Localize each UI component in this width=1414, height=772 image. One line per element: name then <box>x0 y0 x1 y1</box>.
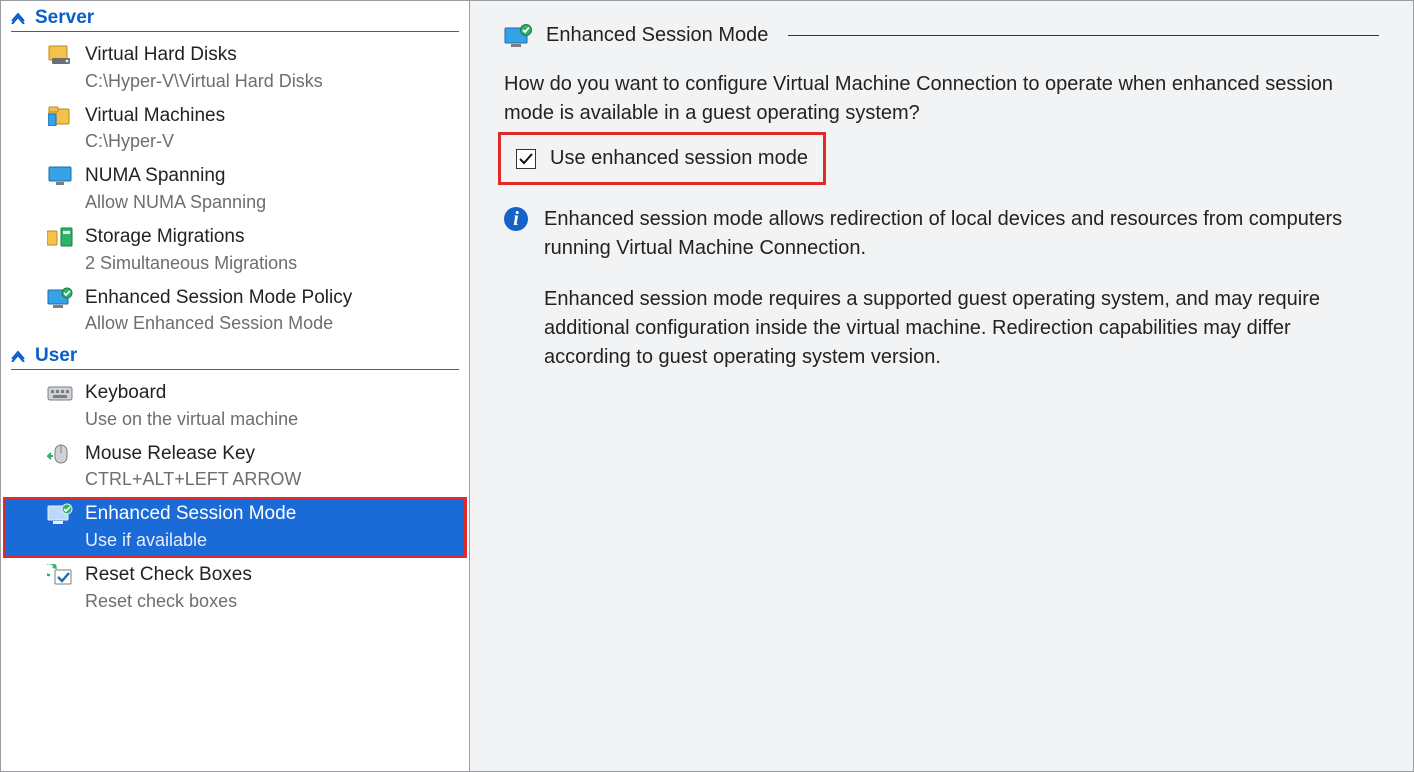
divider <box>11 31 459 32</box>
content-title: Enhanced Session Mode <box>546 21 768 50</box>
folder-icon <box>47 105 73 127</box>
checkbox-icon <box>516 149 536 169</box>
nav-item-sub: Allow NUMA Spanning <box>85 189 266 216</box>
nav-item-label: Reset Check Boxes <box>85 562 252 588</box>
nav-item-label: Virtual Machines <box>85 103 225 129</box>
session-icon <box>47 503 73 525</box>
nav-item-label: Mouse Release Key <box>85 441 301 467</box>
chevron-up-icon <box>11 12 25 24</box>
settings-nav: Server Virtual Hard Disks C:\Hyper-V\Vir… <box>0 0 470 772</box>
info-icon: i <box>504 207 528 231</box>
nav-item-sub: Allow Enhanced Session Mode <box>85 310 352 337</box>
nav-item-numa-spanning[interactable]: NUMA Spanning Allow NUMA Spanning <box>3 159 467 220</box>
nav-item-sub: Use if available <box>85 527 296 554</box>
nav-item-keyboard[interactable]: Keyboard Use on the virtual machine <box>3 376 467 437</box>
session-icon <box>47 287 73 309</box>
nav-item-enhanced-session-mode-policy[interactable]: Enhanced Session Mode Policy Allow Enhan… <box>3 281 467 342</box>
nav-item-virtual-machines[interactable]: Virtual Machines C:\Hyper-V <box>3 99 467 160</box>
nav-item-storage-migrations[interactable]: Storage Migrations 2 Simultaneous Migrat… <box>3 220 467 281</box>
storage-icon <box>47 226 73 248</box>
reset-icon <box>47 564 73 586</box>
nav-item-label: Enhanced Session Mode Policy <box>85 285 352 311</box>
nav-item-sub: CTRL+ALT+LEFT ARROW <box>85 466 301 493</box>
disk-icon <box>47 44 73 66</box>
nav-item-enhanced-session-mode[interactable]: Enhanced Session Mode Use if available <box>3 497 467 558</box>
nav-item-sub: C:\Hyper-V\Virtual Hard Disks <box>85 68 323 95</box>
divider <box>11 369 459 370</box>
nav-section-user[interactable]: User <box>3 341 467 367</box>
nav-item-label: NUMA Spanning <box>85 163 266 189</box>
monitor-icon <box>47 165 73 187</box>
content-intro: How do you want to configure Virtual Mac… <box>504 70 1379 128</box>
nav-item-label: Enhanced Session Mode <box>85 501 296 527</box>
settings-content: Enhanced Session Mode How do you want to… <box>470 0 1414 772</box>
info-block: i Enhanced session mode allows redirecti… <box>504 205 1379 394</box>
nav-section-label: User <box>35 345 77 367</box>
use-enhanced-session-mode-checkbox[interactable]: Use enhanced session mode <box>504 136 820 181</box>
chevron-up-icon <box>11 350 25 362</box>
nav-item-reset-check-boxes[interactable]: Reset Check Boxes Reset check boxes <box>3 558 467 619</box>
nav-item-sub: 2 Simultaneous Migrations <box>85 250 297 277</box>
nav-section-server[interactable]: Server <box>3 3 467 29</box>
nav-item-virtual-hard-disks[interactable]: Virtual Hard Disks C:\Hyper-V\Virtual Ha… <box>3 38 467 99</box>
nav-section-label: Server <box>35 7 94 29</box>
nav-item-label: Storage Migrations <box>85 224 297 250</box>
info-paragraph: Enhanced session mode requires a support… <box>544 285 1379 372</box>
content-section-header: Enhanced Session Mode <box>504 21 1379 50</box>
nav-item-sub: Use on the virtual machine <box>85 406 298 433</box>
session-icon <box>504 24 532 48</box>
mouse-icon <box>47 443 73 465</box>
nav-item-sub: C:\Hyper-V <box>85 128 225 155</box>
nav-item-sub: Reset check boxes <box>85 588 252 615</box>
keyboard-icon <box>47 382 73 404</box>
nav-item-label: Keyboard <box>85 380 298 406</box>
checkbox-label: Use enhanced session mode <box>550 144 808 173</box>
nav-item-label: Virtual Hard Disks <box>85 42 323 68</box>
divider <box>788 35 1379 36</box>
nav-item-mouse-release-key[interactable]: Mouse Release Key CTRL+ALT+LEFT ARROW <box>3 437 467 498</box>
info-paragraph: Enhanced session mode allows redirection… <box>544 205 1379 263</box>
